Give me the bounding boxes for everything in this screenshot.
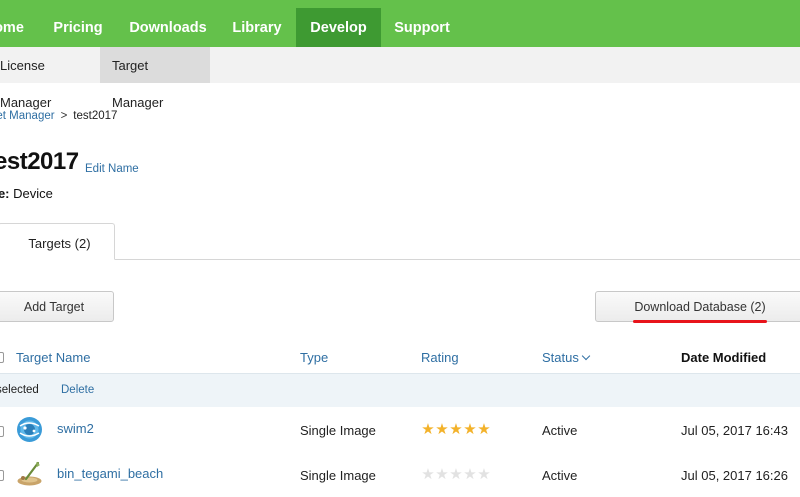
delete-link[interactable]: Delete [61, 384, 94, 396]
target-name-link[interactable]: bin_tegami_beach [57, 466, 163, 481]
target-status: Active [542, 423, 578, 438]
star-icon: ★ [435, 421, 449, 438]
target-status: Active [542, 468, 578, 483]
nav-develop[interactable]: Develop [296, 8, 381, 47]
nav-pricing[interactable]: Pricing [47, 8, 109, 47]
star-icon: ★ [449, 466, 463, 483]
nav-support[interactable]: Support [386, 8, 458, 47]
header-status[interactable]: Status [542, 350, 591, 365]
breadcrumb-separator: > [60, 110, 68, 122]
nav-downloads[interactable]: Downloads [125, 8, 211, 47]
selected-count-text: selected [0, 384, 39, 396]
target-type: Single Image [300, 423, 376, 438]
rating-stars: ★★★★★ [421, 420, 491, 438]
target-date-modified: Jul 05, 2017 16:26 [681, 468, 788, 483]
header-type[interactable]: Type [300, 350, 328, 365]
chevron-down-icon [581, 351, 591, 361]
subnav-license-manager[interactable]: License Manager [0, 47, 100, 110]
add-target-button[interactable]: Add Target [0, 291, 114, 322]
select-all-checkbox[interactable] [0, 352, 4, 363]
row-checkbox[interactable] [0, 470, 4, 481]
target-date-modified: Jul 05, 2017 16:43 [681, 423, 788, 438]
target-type: Single Image [300, 468, 376, 483]
rating-stars: ★★★★★ [421, 465, 491, 483]
subnav-target-manager[interactable]: Target Manager [100, 47, 210, 110]
table-row: swim2 Single Image ★★★★★ Active Jul 05, … [0, 408, 800, 453]
swim-thumbnail-icon [17, 417, 42, 442]
header-status-label: Status [542, 350, 579, 365]
tab-targets[interactable]: Targets (2) [0, 223, 115, 260]
star-icon: ★ [421, 466, 435, 483]
sub-navigation-bar: License Manager Target Manager [0, 47, 800, 110]
breadcrumb: get Manager > test2017 [0, 110, 117, 122]
nav-home[interactable]: ome [0, 8, 30, 47]
download-database-button[interactable]: Download Database (2) [595, 291, 800, 322]
header-date-modified: Date Modified [681, 350, 767, 365]
type-value: Device [13, 186, 53, 201]
star-icon: ★ [477, 466, 491, 483]
header-rating[interactable]: Rating [421, 350, 459, 365]
breadcrumb-target-manager-link[interactable]: get Manager [0, 110, 55, 122]
header-target-name[interactable]: Target Name [16, 350, 90, 365]
tab-divider [0, 259, 800, 260]
target-name-link[interactable]: swim2 [57, 421, 94, 436]
table-row: bin_tegami_beach Single Image ★★★★★ Acti… [0, 452, 800, 497]
page-title: est2017 [0, 148, 79, 175]
row-checkbox[interactable] [0, 426, 4, 437]
star-icon: ★ [463, 466, 477, 483]
star-icon: ★ [449, 421, 463, 438]
star-icon: ★ [463, 421, 477, 438]
type-label: pe: [0, 186, 10, 201]
database-type-line: pe: Device [0, 186, 53, 201]
nav-library[interactable]: Library [224, 8, 290, 47]
star-icon: ★ [435, 466, 449, 483]
edit-name-link[interactable]: Edit Name [85, 163, 139, 175]
star-icon: ★ [421, 421, 435, 438]
breadcrumb-current: test2017 [73, 110, 118, 122]
selection-bar [0, 373, 800, 407]
star-icon: ★ [477, 421, 491, 438]
highlight-underline [633, 320, 767, 323]
beach-thumbnail-icon [17, 461, 42, 486]
